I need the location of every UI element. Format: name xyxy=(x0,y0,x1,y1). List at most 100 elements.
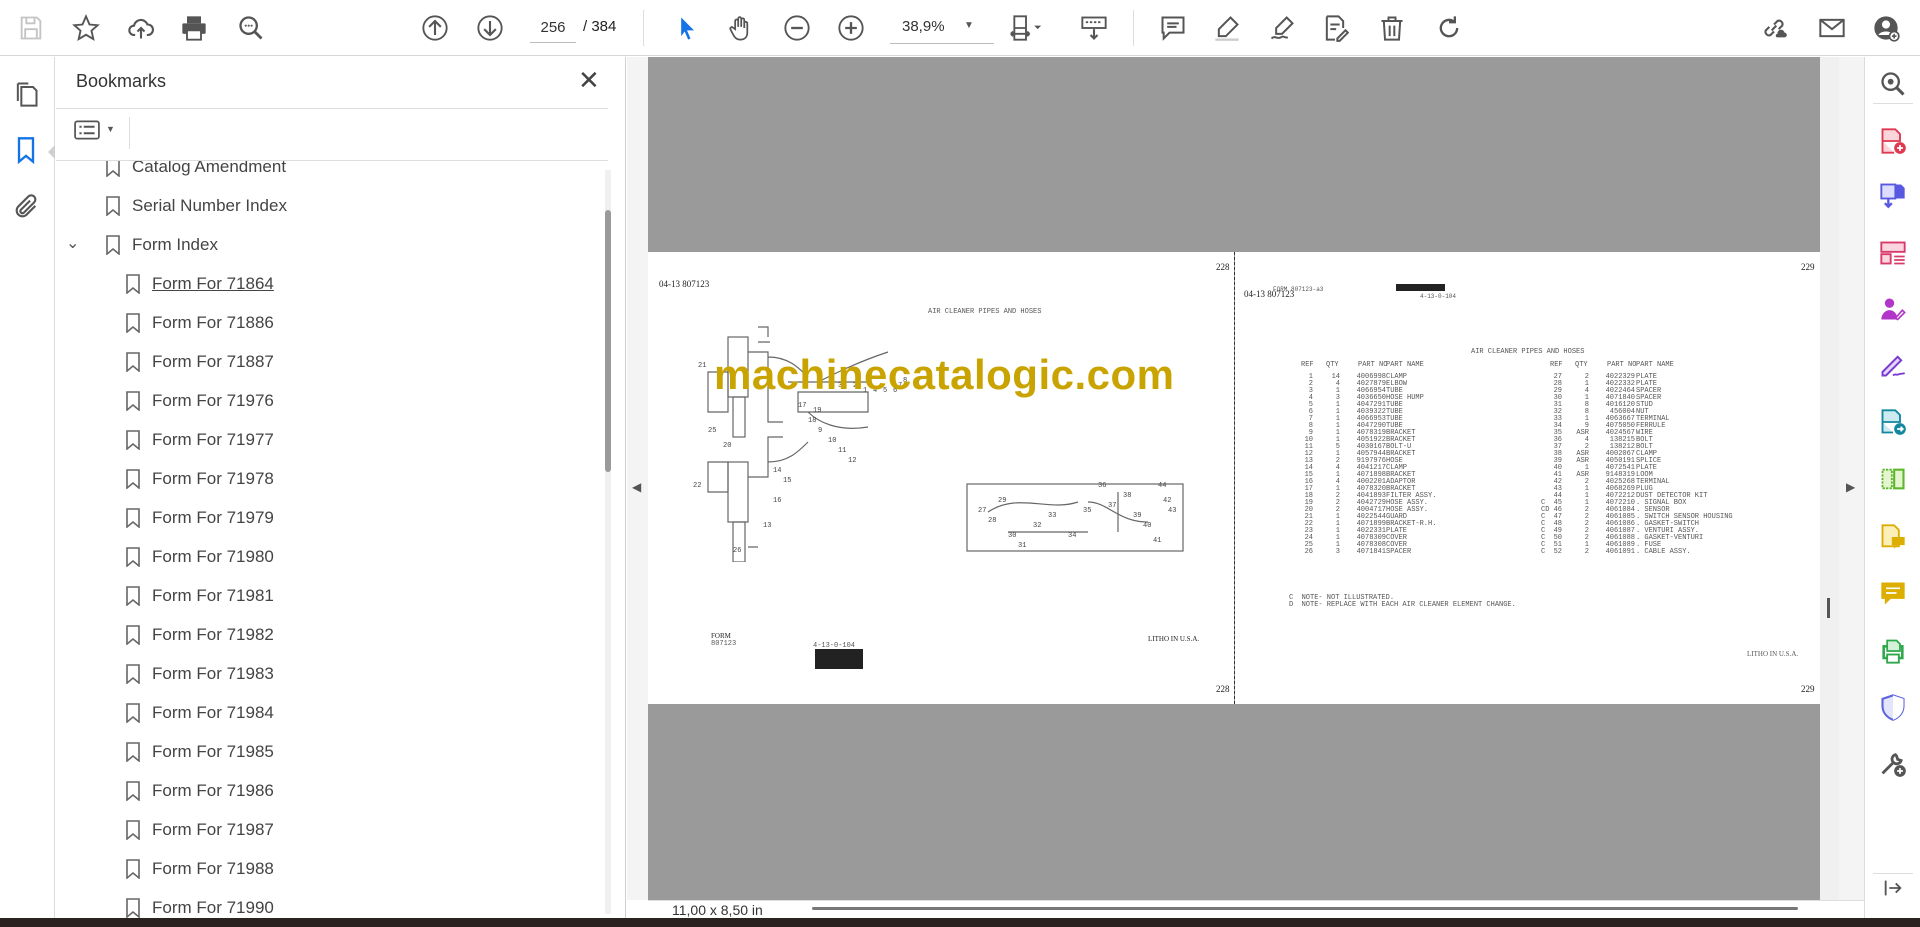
bookmark-icon xyxy=(126,703,140,723)
bookmark-item[interactable]: Serial Number Index xyxy=(106,191,287,221)
diagram-callout: 34 xyxy=(1068,532,1076,540)
next-page-button[interactable] xyxy=(474,12,506,44)
toolbar-divider xyxy=(643,10,644,46)
export-pdf-icon[interactable] xyxy=(1879,181,1907,209)
bookmark-item[interactable]: Form For 71979 xyxy=(126,503,274,533)
bookmark-item[interactable]: Form For 71986 xyxy=(126,776,274,806)
bookmark-icon xyxy=(126,781,140,801)
bookmark-item[interactable]: Form For 71988 xyxy=(126,854,274,884)
scroll-mode-button[interactable] xyxy=(1078,12,1110,44)
bookmark-item[interactable]: Form For 71886 xyxy=(126,308,274,338)
right-panel-splitter[interactable]: ▶ xyxy=(1839,57,1864,900)
account-button[interactable] xyxy=(1870,12,1902,44)
search-button[interactable] xyxy=(235,12,267,44)
bookmark-item[interactable]: Form For 71983 xyxy=(126,659,274,689)
request-signatures-icon[interactable] xyxy=(1879,295,1907,323)
delete-button[interactable] xyxy=(1376,12,1408,44)
print-production-icon[interactable] xyxy=(1879,637,1907,665)
email-button[interactable] xyxy=(1816,12,1848,44)
bookmark-item[interactable]: Form For 71887 xyxy=(126,347,274,377)
hand-tool-button[interactable] xyxy=(725,12,757,44)
protect-shield-icon[interactable] xyxy=(1879,693,1907,721)
expand-right-icon[interactable]: ▶ xyxy=(1846,480,1855,494)
diagram-callout: 38 xyxy=(1123,492,1131,500)
diagram-callout: 30 xyxy=(1008,532,1016,540)
bookmark-item[interactable]: Form For 71987 xyxy=(126,815,274,845)
page-thumbnails-button[interactable] xyxy=(12,80,42,110)
rotate-icon xyxy=(1439,16,1459,38)
page-number-input[interactable]: 256 xyxy=(530,16,576,43)
diagram-callout: 16 xyxy=(773,497,781,505)
edit-pdf-button[interactable] xyxy=(1319,12,1351,44)
tools-rail xyxy=(1864,57,1920,918)
bookmark-icon xyxy=(126,508,140,528)
collapse-tools-icon[interactable] xyxy=(1882,877,1904,899)
document-vertical-scrollbar[interactable] xyxy=(1820,57,1839,900)
bookmark-item[interactable]: Form Index xyxy=(106,230,218,260)
attachments-button[interactable] xyxy=(12,193,42,223)
send-for-review-icon[interactable] xyxy=(1879,408,1907,436)
table-cell: PART NO xyxy=(1607,361,1637,369)
zoom-out-button[interactable] xyxy=(781,12,813,44)
horizontal-scrollbar[interactable] xyxy=(812,907,1798,910)
litho-text: LITHO IN U.S.A. xyxy=(1747,650,1799,658)
create-pdf-icon[interactable] xyxy=(1879,127,1907,155)
comment-document-icon[interactable] xyxy=(1879,523,1907,551)
page-number-bottom: 228 xyxy=(1216,684,1230,694)
page-number-bottom: 229 xyxy=(1801,684,1815,694)
more-tools-icon[interactable] xyxy=(1879,750,1907,778)
bookmark-item[interactable]: Form For 71985 xyxy=(126,737,274,767)
table-cell: . CABLE ASSY. xyxy=(1636,548,1691,556)
bookmark-item[interactable]: Form For 71864 xyxy=(126,269,274,299)
comment-icon xyxy=(1161,16,1185,41)
share-link-button[interactable] xyxy=(1758,12,1790,44)
upload-cloud-button[interactable] xyxy=(125,12,157,44)
close-panel-button[interactable]: ✕ xyxy=(578,67,600,93)
bookmark-item[interactable]: Form For 71990 xyxy=(126,893,274,918)
print-button[interactable] xyxy=(178,12,210,44)
table-cell: C xyxy=(1541,548,1546,556)
bookmark-item[interactable]: Form For 71981 xyxy=(126,581,274,611)
bookmark-icon xyxy=(106,196,120,216)
fit-page-icon xyxy=(1010,15,1042,41)
bookmark-options-button[interactable]: ▼ xyxy=(74,120,118,146)
diagram-callout: 27 xyxy=(978,507,986,515)
previous-page-button[interactable] xyxy=(419,12,451,44)
fill-sign-icon[interactable] xyxy=(1879,351,1907,379)
bookmark-item[interactable]: Form For 71976 xyxy=(126,386,274,416)
trash-icon xyxy=(1381,16,1403,41)
expand-chevron-icon[interactable]: ⌄ xyxy=(66,233,79,253)
zoom-in-button[interactable] xyxy=(835,12,867,44)
bookmark-scrollbar-thumb[interactable] xyxy=(605,210,611,472)
zoom-level-select[interactable]: 38,9% ▼ xyxy=(890,14,994,44)
bookmark-icon xyxy=(126,898,140,918)
bookmark-item[interactable]: Catalog Amendment xyxy=(106,161,286,182)
bookmark-item[interactable]: Form For 71982 xyxy=(126,620,274,650)
scrollbar-thumb[interactable] xyxy=(1827,598,1830,618)
bookmark-item[interactable]: Form For 71984 xyxy=(126,698,274,728)
comment-tool-icon[interactable] xyxy=(1879,579,1907,607)
organize-pages-icon[interactable] xyxy=(1879,239,1907,267)
collapse-left-icon[interactable]: ◀ xyxy=(632,480,641,494)
bookmark-scrollbar-track[interactable] xyxy=(605,170,611,914)
bookmark-item[interactable]: Form For 71977 xyxy=(126,425,274,455)
bookmark-item[interactable]: Form For 71978 xyxy=(126,464,274,494)
bookmark-star-button[interactable] xyxy=(70,12,102,44)
compare-files-icon[interactable] xyxy=(1879,465,1907,493)
highlight-button[interactable] xyxy=(1211,12,1243,44)
fit-page-button[interactable] xyxy=(1004,12,1048,44)
panel-splitter[interactable]: ◀ xyxy=(627,57,648,900)
document-viewport[interactable]: 04-13 807123 228 AIR CLEANER PIPES AND H… xyxy=(648,57,1820,900)
comment-button[interactable] xyxy=(1157,12,1189,44)
select-tool-button[interactable] xyxy=(671,12,703,44)
bookmarks-panel-button[interactable] xyxy=(12,136,42,166)
zoom-search-tool-icon[interactable] xyxy=(1879,70,1907,98)
diagram-callout: 14 xyxy=(773,467,781,475)
table-cell: 3 xyxy=(1335,548,1340,556)
link-cloud-icon xyxy=(1764,19,1787,38)
diagram-callout: 29 xyxy=(998,497,1006,505)
rotate-button[interactable] xyxy=(1433,12,1465,44)
save-button[interactable] xyxy=(15,12,47,44)
draw-button[interactable] xyxy=(1266,12,1298,44)
bookmark-item[interactable]: Form For 71980 xyxy=(126,542,274,572)
